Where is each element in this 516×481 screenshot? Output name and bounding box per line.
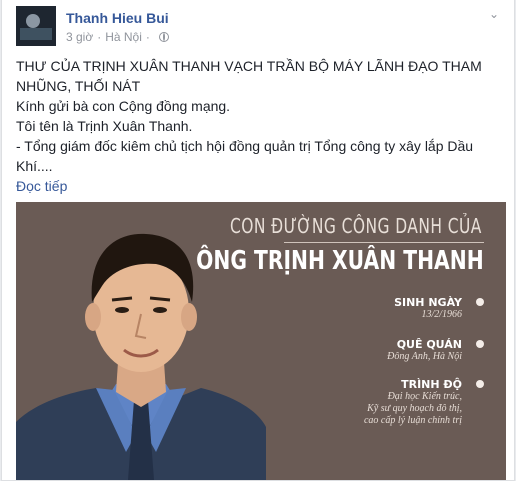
fact-value: Kỹ sư quy hoạch đô thị, — [367, 403, 462, 414]
meta-separator: · — [145, 30, 150, 44]
author-name[interactable]: Thanh Hieu Bui — [66, 10, 169, 26]
fact-birthdate: SINH NGÀY 13/2/1966 — [394, 296, 462, 321]
post-line: Kính gửi bà con Cộng đồng mạng. — [16, 98, 231, 114]
fact-education: TRÌNH ĐỘ Đại học Kiến trúc, Kỹ sư quy ho… — [364, 378, 462, 427]
post-line: - Tổng giám đốc kiêm chủ tịch hội đồng q… — [16, 138, 474, 174]
bullet-dot — [476, 340, 484, 348]
infographic-panel: CON ĐƯỜNG CÔNG DANH CỦA ÔNG TRỊNH XUÂN T… — [196, 202, 506, 480]
see-more-link[interactable]: Đọc tiếp — [16, 178, 67, 194]
post-meta: 3 giờ · Hà Nội · — [66, 30, 169, 44]
post-title-line: THƯ CỦA TRỊNH XUÂN THANH VẠCH TRẦN BỘ MÁ… — [16, 58, 482, 94]
infographic-heading-small: CON ĐƯỜNG CÔNG DANH CỦA — [230, 214, 482, 238]
fact-value: Đại học Kiến trúc, — [387, 391, 462, 402]
fact-hometown: QUÊ QUÁN Đông Anh, Hà Nội — [387, 338, 462, 363]
chevron-down-icon[interactable]: ⌄ — [486, 6, 502, 22]
portrait-illustration — [16, 233, 266, 480]
fact-label: SINH NGÀY — [394, 296, 462, 309]
post-line: Tôi tên là Trịnh Xuân Thanh. — [16, 118, 193, 134]
infographic-heading-large: ÔNG TRỊNH XUÂN THANH — [196, 246, 484, 276]
heading-divider — [284, 242, 484, 243]
post-header: Thanh Hieu Bui 3 giờ · Hà Nội · ⌄ — [16, 6, 504, 50]
post-location[interactable]: Hà Nội — [105, 30, 142, 44]
fact-value: 13/2/1966 — [421, 309, 462, 320]
bullet-dot — [476, 380, 484, 388]
post-timestamp[interactable]: 3 giờ — [66, 30, 93, 44]
fact-label: QUÊ QUÁN — [396, 338, 462, 351]
globe-icon[interactable] — [158, 32, 169, 42]
bullet-dot — [476, 298, 484, 306]
fact-value: cao cấp lý luận chính trị — [363, 415, 462, 426]
feed-post: Thanh Hieu Bui 3 giờ · Hà Nội · ⌄ THƯ CỦ… — [1, 0, 515, 481]
meta-separator: · — [97, 30, 102, 44]
post-text: THƯ CỦA TRỊNH XUÂN THANH VẠCH TRẦN BỘ MÁ… — [16, 56, 502, 196]
post-image[interactable]: CON ĐƯỜNG CÔNG DANH CỦA ÔNG TRỊNH XUÂN T… — [16, 202, 506, 480]
fact-value: Đông Anh, Hà Nội — [387, 351, 462, 362]
avatar[interactable] — [16, 6, 56, 46]
fact-label: TRÌNH ĐỘ — [401, 378, 462, 391]
